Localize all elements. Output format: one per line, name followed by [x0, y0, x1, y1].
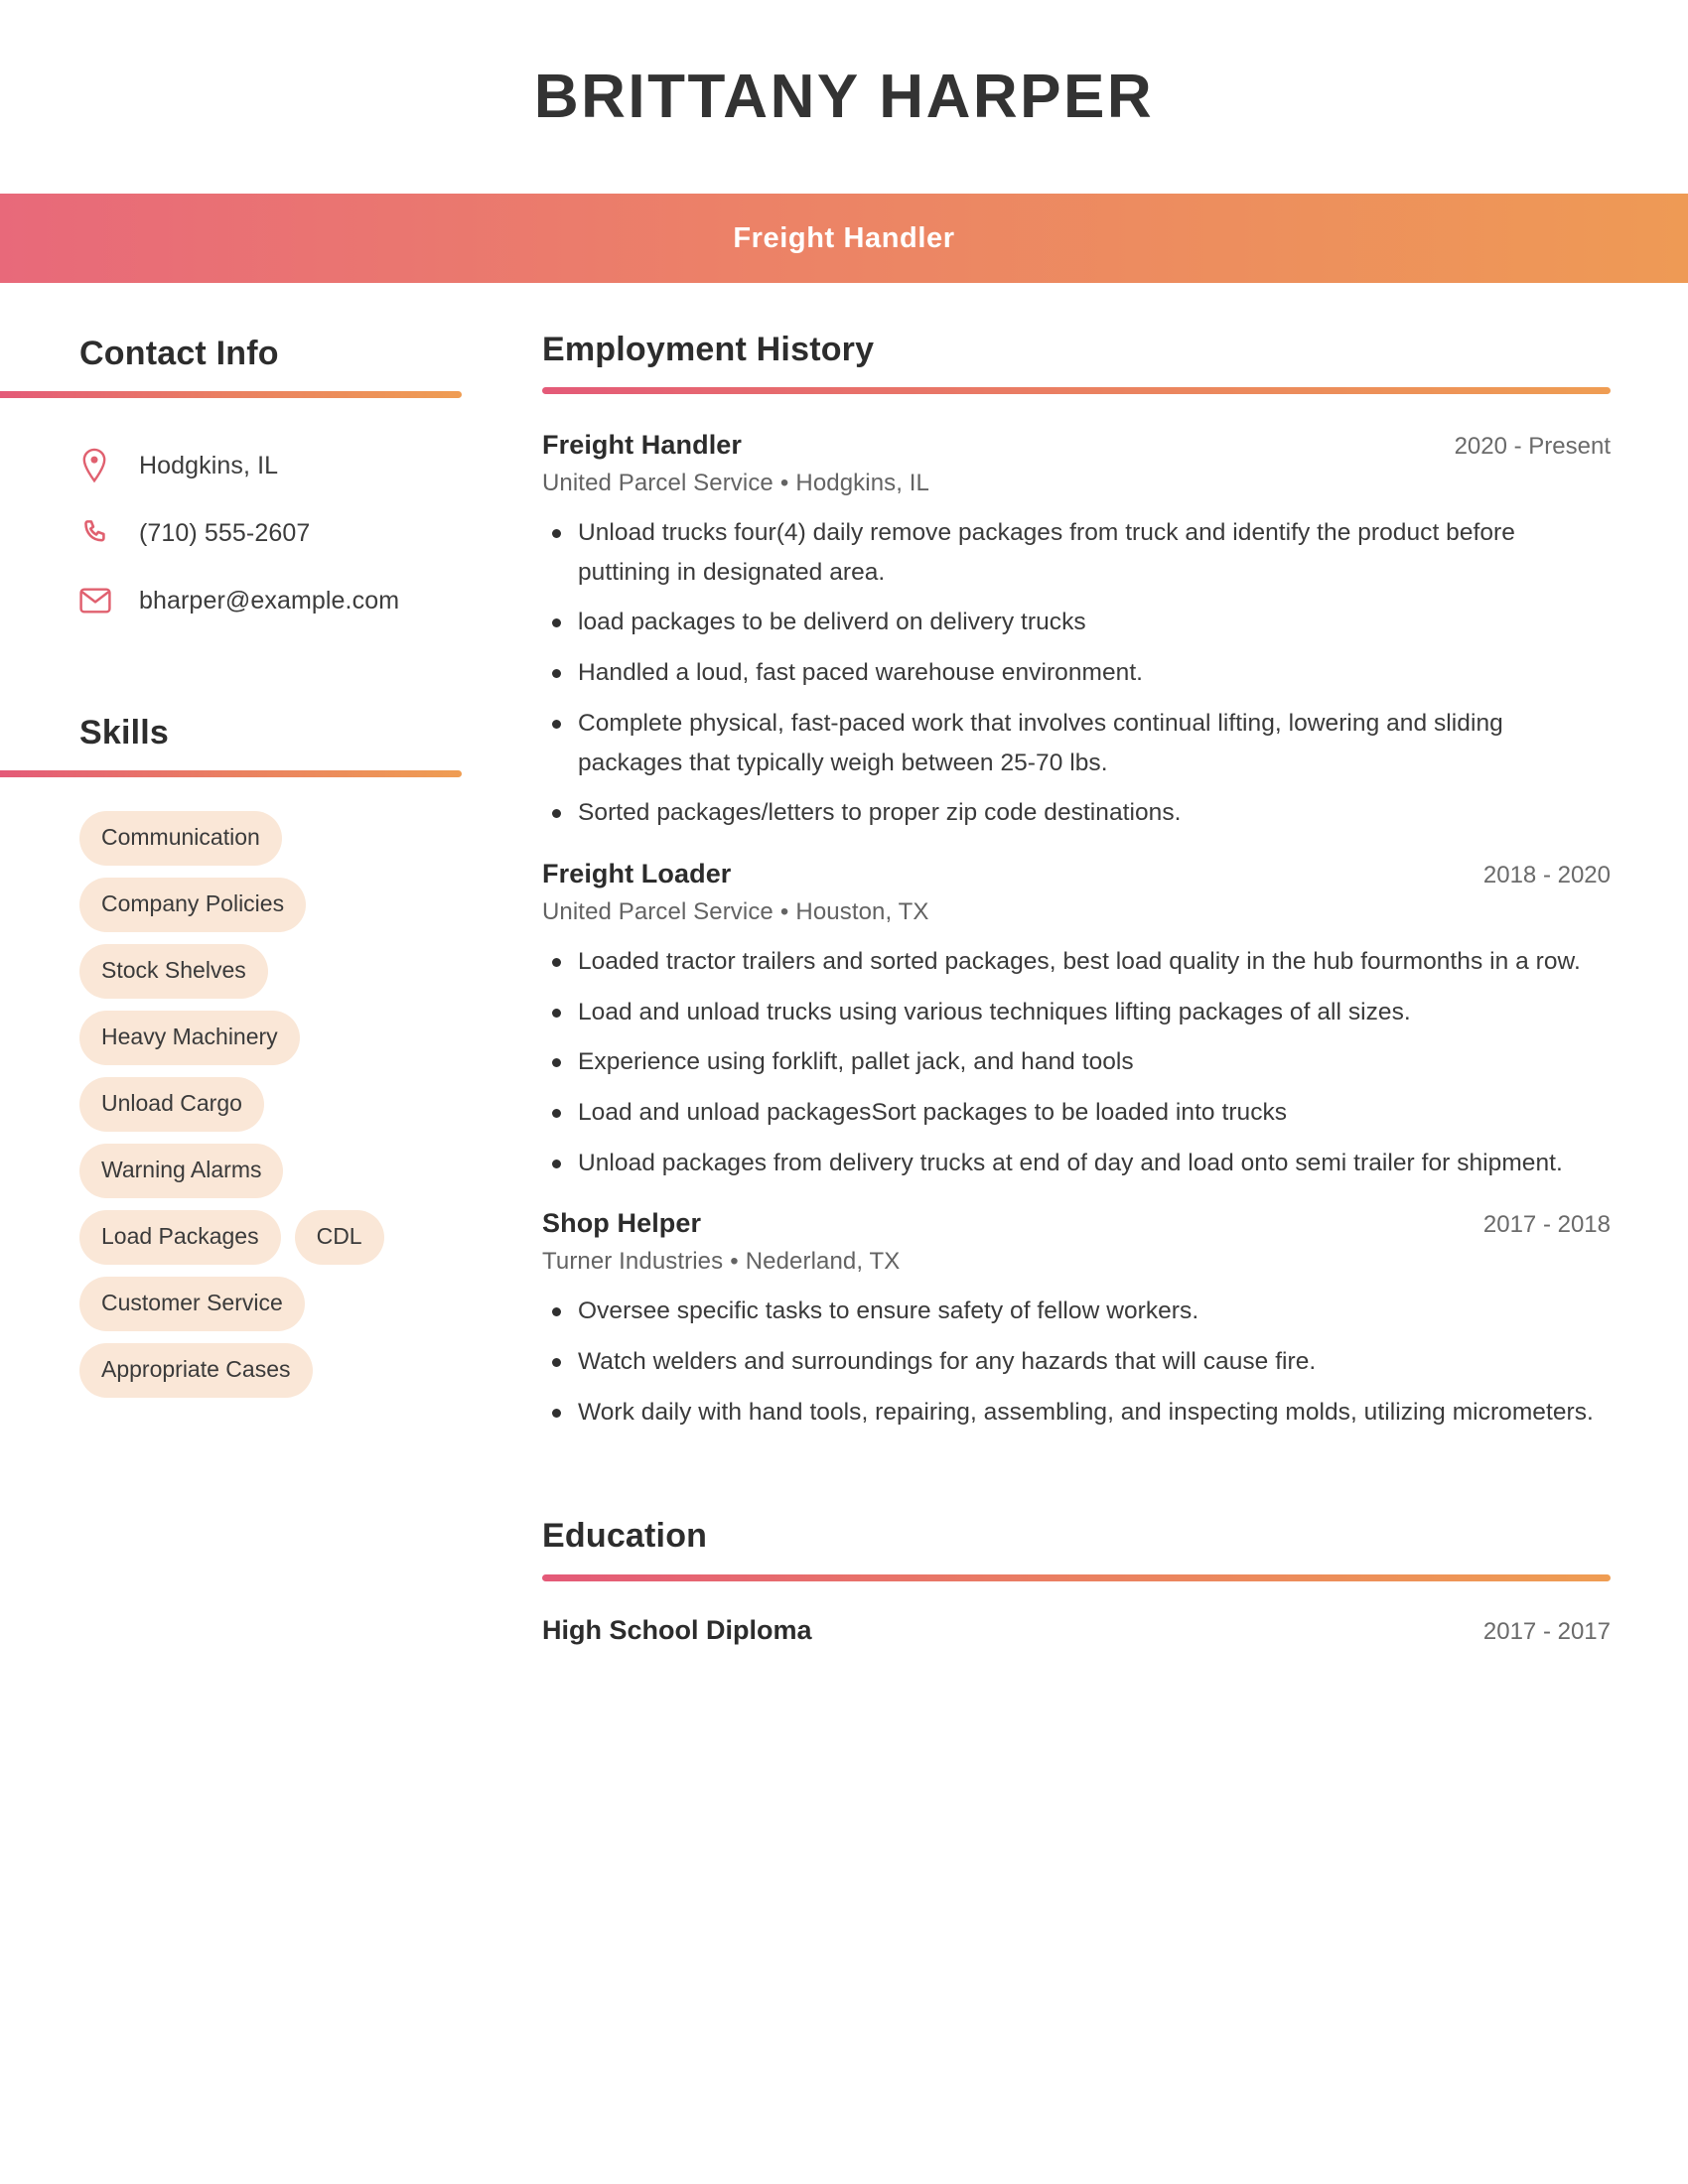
skill-tag: Load Packages [79, 1210, 281, 1266]
section-divider [542, 1573, 1611, 1581]
bullet-item: Oversee specific tasks to ensure safety … [542, 1292, 1611, 1331]
skill-tag: Warning Alarms [79, 1144, 284, 1199]
education-heading: Education [542, 1517, 708, 1556]
contact-email-value: bharper@example.com [139, 586, 400, 614]
bullet-item: Load and unload packagesSort packages to… [542, 1093, 1611, 1133]
separator-dot: • [730, 1248, 739, 1276]
employment-entry: Freight Handler 2020 - Present United Pa… [542, 430, 1611, 833]
employment-dates: 2020 - Present [1454, 433, 1611, 461]
header-name-block: BRITTANY HARPER [0, 0, 1688, 194]
contact-item-phone[interactable]: (710) 555-2607 [79, 499, 496, 567]
employment-company-location: Turner Industries • Nederland, TX [542, 1248, 1611, 1276]
employment-bullets: Unload trucks four(4) daily remove packa… [542, 513, 1611, 833]
skill-tag: Company Policies [79, 878, 307, 933]
contact-list: Hodgkins, IL (710) 555-2607 bharper@exam… [0, 432, 496, 634]
bullet-item: Handled a loud, fast paced warehouse env… [542, 653, 1611, 693]
phone-icon [79, 518, 117, 549]
employment-location: Nederland, TX [745, 1248, 901, 1276]
employment-history-heading: Employment History [542, 331, 875, 368]
employment-company: Turner Industries [542, 1248, 724, 1276]
contact-item-email[interactable]: bharper@example.com [79, 567, 496, 634]
section-divider [0, 770, 462, 778]
bullet-item: load packages to be deliverd on delivery… [542, 603, 1611, 642]
employment-company: United Parcel Service [542, 470, 774, 497]
employment-job-title: Freight Loader [542, 858, 732, 888]
employment-entries: Freight Handler 2020 - Present United Pa… [542, 430, 1611, 1432]
employment-company: United Parcel Service [542, 897, 774, 925]
sidebar: Contact Info Hodgkins, IL (710) 555-2607… [0, 283, 496, 1399]
employment-entry: Freight Loader 2018 - 2020 United Parcel… [542, 859, 1611, 1182]
resume-page: BRITTANY HARPER Freight Handler Contact … [0, 0, 1688, 2184]
bullet-item: Unload packages from delivery trucks at … [542, 1144, 1611, 1183]
education-entries: High School Diploma 2017 - 2017 [542, 1615, 1611, 1646]
employment-entry-header: Shop Helper 2017 - 2018 [542, 1208, 1611, 1239]
employment-history-section: Employment History Freight Handler 2020 … [542, 331, 1611, 1432]
bullet-item: Unload trucks four(4) daily remove packa… [542, 513, 1611, 592]
education-entry: High School Diploma 2017 - 2017 [542, 1615, 1611, 1646]
employment-company-location: United Parcel Service • Houston, TX [542, 898, 1611, 926]
employment-entry-header: Freight Handler 2020 - Present [542, 430, 1611, 461]
employment-job-title: Freight Handler [542, 430, 743, 461]
section-divider [542, 387, 1611, 395]
envelope-icon [79, 588, 117, 614]
skills-heading: Skills [79, 714, 170, 752]
employment-bullets: Oversee specific tasks to ensure safety … [542, 1292, 1611, 1432]
skill-tag: Communication [79, 811, 282, 867]
location-pin-icon [79, 448, 117, 483]
contact-location-value: Hodgkins, IL [139, 451, 279, 479]
skill-tag: Stock Shelves [79, 944, 268, 1000]
employment-location: Houston, TX [795, 897, 929, 925]
bullet-item: Load and unload trucks using various tec… [542, 993, 1611, 1032]
skill-tag: Customer Service [79, 1277, 305, 1332]
skill-tag: CDL [294, 1210, 384, 1266]
employment-dates: 2017 - 2018 [1482, 1211, 1611, 1239]
job-title-band: Freight Handler [0, 194, 1688, 283]
bullet-item: Watch welders and surroundings for any h… [542, 1342, 1611, 1382]
bullet-item: Experience using forklift, pallet jack, … [542, 1042, 1611, 1082]
education-section: Education High School Diploma 2017 - 201… [542, 1517, 1611, 1645]
body-columns: Contact Info Hodgkins, IL (710) 555-2607… [0, 283, 1688, 1646]
skill-tag: Heavy Machinery [79, 1011, 300, 1066]
skills-section: Skills Communication Company Policies St… [0, 714, 496, 1399]
separator-dot: • [779, 897, 789, 925]
education-degree: High School Diploma [542, 1614, 812, 1645]
bullet-item: Work daily with hand tools, repairing, a… [542, 1393, 1611, 1433]
employment-bullets: Loaded tractor trailers and sorted packa… [542, 942, 1611, 1182]
main-column: Employment History Freight Handler 2020 … [496, 283, 1688, 1646]
contact-phone-value: (710) 555-2607 [139, 518, 311, 547]
skills-list: Communication Company Policies Stock She… [0, 811, 417, 1399]
bullet-item: Sorted packages/letters to proper zip co… [542, 793, 1611, 833]
employment-entry-header: Freight Loader 2018 - 2020 [542, 859, 1611, 889]
bullet-item: Loaded tractor trailers and sorted packa… [542, 942, 1611, 982]
skill-tag: Appropriate Cases [79, 1343, 313, 1399]
job-title: Freight Handler [733, 221, 955, 254]
employment-location: Hodgkins, IL [795, 470, 929, 497]
employment-company-location: United Parcel Service • Hodgkins, IL [542, 470, 1611, 497]
employment-job-title: Shop Helper [542, 1208, 702, 1239]
employment-dates: 2018 - 2020 [1482, 861, 1611, 888]
section-divider [0, 391, 462, 399]
skill-tag: Unload Cargo [79, 1077, 264, 1133]
contact-item-location[interactable]: Hodgkins, IL [79, 432, 496, 499]
separator-dot: • [779, 470, 789, 497]
page-title: BRITTANY HARPER [533, 62, 1155, 131]
contact-info-section: Contact Info Hodgkins, IL (710) 555-2607… [0, 335, 496, 634]
bullet-item: Complete physical, fast-paced work that … [542, 704, 1611, 782]
education-dates: 2017 - 2017 [1482, 1617, 1611, 1645]
employment-entry: Shop Helper 2017 - 2018 Turner Industrie… [542, 1208, 1611, 1432]
contact-info-heading: Contact Info [79, 335, 279, 372]
